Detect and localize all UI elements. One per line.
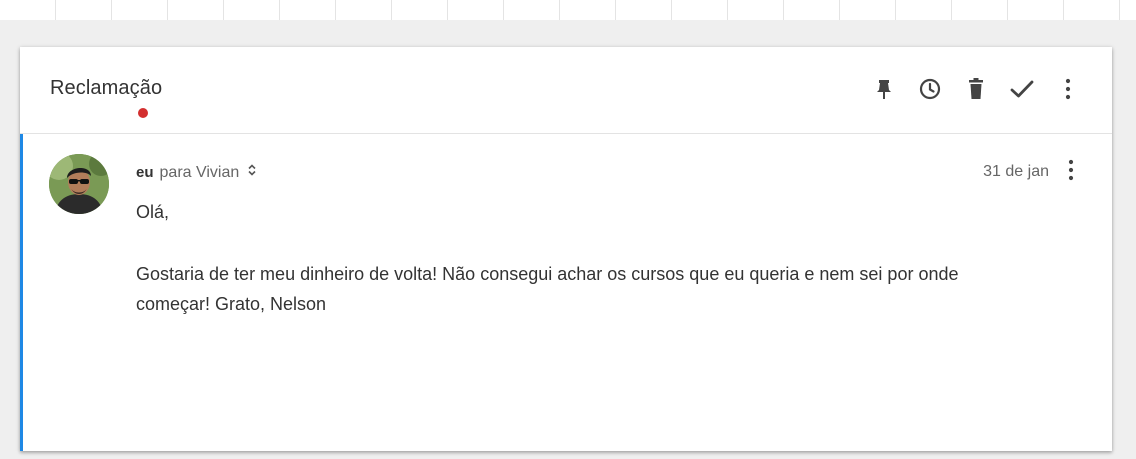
email-card: Reclamação eu para Vivian 31 de jan Olá,… <box>20 47 1112 451</box>
snooze-button[interactable] <box>916 75 944 103</box>
done-check-icon <box>1009 78 1035 100</box>
email-thread: eu para Vivian 31 de jan Olá, Gostaria d… <box>20 134 1112 451</box>
more-vert-icon <box>1065 78 1071 100</box>
pin-button[interactable] <box>870 75 898 103</box>
message-greeting: Olá, <box>136 202 170 222</box>
trash-icon <box>966 77 986 101</box>
sender-name: eu <box>136 164 154 181</box>
snooze-clock-icon <box>918 77 942 101</box>
more-vert-icon <box>1068 159 1074 186</box>
top-background-strip <box>0 0 1136 20</box>
unfold-more-icon <box>247 163 257 182</box>
avatar[interactable] <box>49 154 109 214</box>
email-subject: Reclamação <box>50 77 163 99</box>
pin-icon <box>874 78 894 100</box>
email-header: Reclamação <box>20 47 1112 134</box>
email-toolbar <box>852 75 1082 103</box>
recipients-text: para Vivian <box>159 163 240 181</box>
unread-indicator-dot <box>138 108 148 118</box>
expand-recipients-toggle[interactable] <box>247 163 257 182</box>
message-more-options-button[interactable] <box>1059 158 1083 186</box>
mark-done-button[interactable] <box>1008 75 1036 103</box>
more-options-button[interactable] <box>1054 75 1082 103</box>
message-body: Gostaria de ter meu dinheiro de volta! N… <box>136 264 959 314</box>
delete-button[interactable] <box>962 75 990 103</box>
sender-line: eu para Vivian <box>136 163 257 182</box>
message-date: 31 de jan <box>983 163 1049 180</box>
